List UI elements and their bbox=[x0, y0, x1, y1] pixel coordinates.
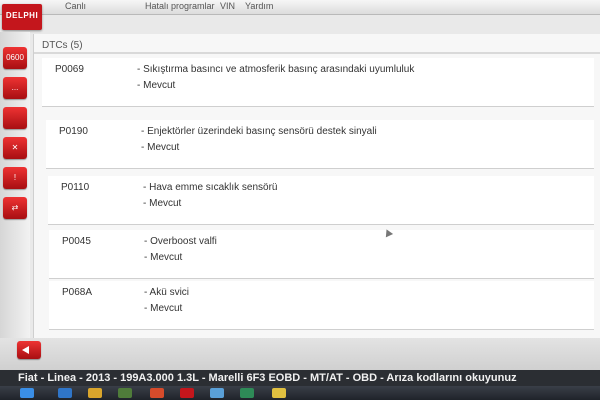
dtc-code: P068A bbox=[62, 287, 93, 298]
adapt-tool-icon[interactable]: ⇄ bbox=[3, 197, 27, 219]
back-arrow-icon bbox=[22, 346, 29, 354]
dtc-row[interactable]: P0045 - Overboost valfi - Mevcut bbox=[49, 230, 594, 279]
service-tool-icon[interactable]: ! bbox=[3, 167, 27, 189]
windows-taskbar bbox=[0, 386, 600, 400]
dtc-description: - Overboost valfi bbox=[144, 236, 217, 247]
dtc-code: P0190 bbox=[59, 126, 88, 137]
folder-icon[interactable] bbox=[272, 388, 286, 398]
start-button-icon[interactable] bbox=[20, 388, 34, 398]
dtc-status: - Mevcut bbox=[144, 303, 183, 314]
dtc-code: P0110 bbox=[61, 182, 90, 193]
left-toolbar: 0600 ... ✕ ! ⇄ bbox=[0, 32, 30, 370]
dtc-row[interactable]: P068A - Akü svici - Mevcut bbox=[49, 281, 594, 330]
ie-browser-icon[interactable] bbox=[58, 388, 72, 398]
file-explorer-icon[interactable] bbox=[88, 388, 102, 398]
panel-divider bbox=[34, 52, 600, 54]
menu-item-help[interactable]: Yardım bbox=[245, 1, 273, 11]
menu-bar: Canlı Hatalı programlar VIN Yardım bbox=[0, 0, 600, 15]
dtc-description: - Enjektörler üzerindeki basınç sensörü … bbox=[141, 126, 377, 137]
menu-item-programs[interactable]: Hatalı programlar bbox=[145, 1, 215, 11]
dtc-code: P0069 bbox=[55, 64, 84, 75]
dtc-row[interactable]: P0190 - Enjektörler üzerindeki basınç se… bbox=[46, 120, 594, 169]
remote-tool-icon[interactable] bbox=[210, 388, 224, 398]
ecu-tool-icon[interactable]: ... bbox=[3, 77, 27, 99]
delphi-logo: DELPHI bbox=[2, 4, 42, 30]
excel-app-icon[interactable] bbox=[240, 388, 254, 398]
bottom-toolbar bbox=[0, 338, 600, 370]
media-player-icon[interactable] bbox=[118, 388, 132, 398]
settings-tool-icon[interactable] bbox=[3, 107, 27, 129]
delphi-diagnostic-window: Canlı Hatalı programlar VIN Yardım DELPH… bbox=[0, 0, 600, 400]
logo-text: DELPHI bbox=[5, 11, 39, 20]
vehicle-status-bar: Fiat - Linea - 2013 - 199A3.000 1.3L - M… bbox=[0, 370, 600, 386]
dtc-row[interactable]: P0069 - Sıkıştırma basıncı ve atmosferik… bbox=[42, 58, 594, 107]
panel-title: DTCs (5) bbox=[42, 40, 83, 51]
dtc-description: - Sıkıştırma basıncı ve atmosferik basın… bbox=[137, 64, 415, 75]
dtc-description: - Hava emme sıcaklık sensörü bbox=[143, 182, 278, 193]
dtc-status: - Mevcut bbox=[144, 252, 183, 263]
menu-item-live[interactable]: Canlı bbox=[65, 1, 86, 11]
dtc-panel: DTCs (5) P0069 - Sıkıştırma basıncı ve a… bbox=[33, 34, 600, 338]
dtc-status: - Mevcut bbox=[143, 198, 182, 209]
tools-tool-icon[interactable]: ✕ bbox=[3, 137, 27, 159]
dtc-description: - Akü svici bbox=[144, 287, 190, 298]
dtc-row[interactable]: P0110 - Hava emme sıcaklık sensörü - Mev… bbox=[48, 176, 594, 225]
dtc-code: P0045 bbox=[62, 236, 91, 247]
chrome-browser-icon[interactable] bbox=[150, 388, 164, 398]
dtc-status: - Mevcut bbox=[137, 80, 176, 91]
delphi-app-icon[interactable] bbox=[180, 388, 194, 398]
dtc-status: - Mevcut bbox=[141, 142, 180, 153]
menu-item-vin[interactable]: VIN bbox=[220, 1, 235, 11]
dtc-tool-icon[interactable]: 0600 bbox=[3, 47, 27, 69]
back-button[interactable] bbox=[17, 341, 41, 359]
